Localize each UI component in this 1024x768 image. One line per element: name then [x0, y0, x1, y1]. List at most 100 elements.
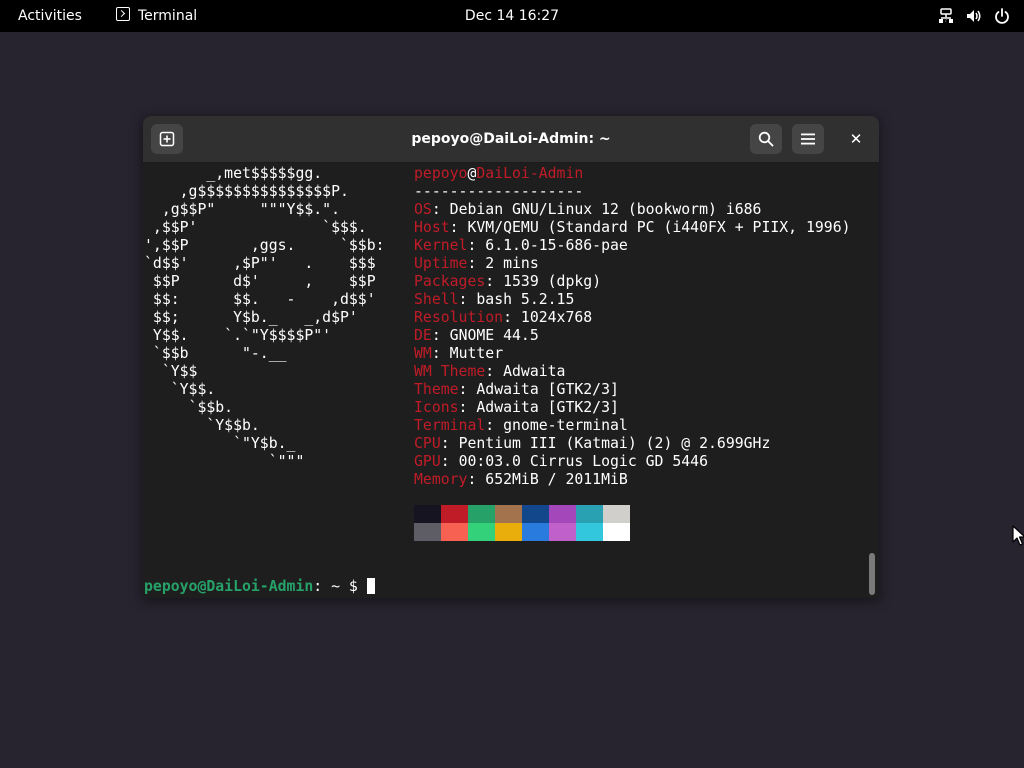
info-row: GPU: 00:03.0 Cirrus Logic GD 5446: [414, 453, 851, 471]
info-colon: :: [467, 237, 486, 254]
palette-swatch: [441, 523, 468, 541]
info-colon: :: [449, 219, 468, 236]
palette-swatch: [495, 505, 522, 523]
logo-line: $$; Y$b._ _,d$P': [144, 309, 358, 326]
info-separator: -------------------: [414, 183, 584, 200]
info-row: Uptime: 2 mins: [414, 255, 851, 273]
palette-swatch: [549, 523, 576, 541]
info-value: 2 mins: [485, 255, 539, 272]
info-label: Uptime: [414, 255, 468, 272]
system-tray[interactable]: ?: [938, 0, 1010, 32]
info-row: Memory: 652MiB / 2011MiB: [414, 471, 851, 489]
info-colon: :: [431, 345, 450, 362]
palette-swatch: [468, 523, 495, 541]
info-row: Host: KVM/QEMU (Standard PC (i440FX + PI…: [414, 219, 851, 237]
info-value: Pentium III (Katmai) (2) @ 2.699GHz: [458, 435, 771, 452]
app-menu-label: Terminal: [138, 8, 198, 24]
text-cursor: [366, 578, 375, 594]
info-colon: :: [458, 399, 477, 416]
new-tab-button[interactable]: [151, 124, 183, 154]
info-value: 6.1.0-15-686-pae: [485, 237, 628, 254]
terminal-window[interactable]: pepoyo@DaiLoi-Admin: ~ ✕ _,met$$$$$gg. ,…: [143, 116, 879, 598]
info-label: WM: [414, 345, 432, 362]
logo-line: `$$b.: [144, 399, 234, 416]
info-value: Adwaita [GTK2/3]: [476, 399, 619, 416]
mouse-pointer-icon: [1012, 525, 1024, 546]
info-label: Kernel: [414, 237, 468, 254]
logo-line: $$P d$' , $$P: [144, 273, 376, 290]
info-label: DE: [414, 327, 432, 344]
info-row: Terminal: gnome-terminal: [414, 417, 851, 435]
logo-line: `""": [144, 453, 305, 470]
palette-swatch: [522, 505, 549, 523]
top-bar: Activities Terminal Dec 14 16:27 ?: [0, 0, 1024, 32]
info-value: gnome-terminal: [503, 417, 628, 434]
info-label: Terminal: [414, 417, 486, 434]
info-colon: :: [485, 273, 504, 290]
info-row: Theme: Adwaita [GTK2/3]: [414, 381, 851, 399]
info-value: Mutter: [449, 345, 504, 362]
info-value: 1539 (dpkg): [503, 273, 602, 290]
info-row: Shell: bash 5.2.15: [414, 291, 851, 309]
info-row: Packages: 1539 (dpkg): [414, 273, 851, 291]
info-colon: :: [440, 453, 459, 470]
svg-text:?: ?: [944, 17, 947, 24]
info-label: Host: [414, 219, 450, 236]
info-value: 1024x768: [520, 309, 593, 326]
info-value: Debian GNU/Linux 12 (bookworm) i686: [449, 201, 762, 218]
info-row: Kernel: 6.1.0-15-686-pae: [414, 237, 851, 255]
main-menu-button[interactable]: [792, 124, 824, 154]
logo-line: `Y$$.: [144, 381, 216, 398]
info-value: KVM/QEMU (Standard PC (i440FX + PIIX, 19…: [467, 219, 851, 236]
scrollbar-thumb[interactable]: [869, 553, 875, 595]
palette-swatch: [576, 505, 603, 523]
app-menu-terminal[interactable]: Terminal: [116, 0, 197, 32]
info-colon: :: [467, 471, 486, 488]
palette-swatch: [495, 523, 522, 541]
info-colon: :: [440, 435, 459, 452]
info-value: Adwaita: [503, 363, 566, 380]
system-info: pepoyo@DaiLoi-Admin ------------------- …: [414, 165, 851, 489]
logo-line: ,g$$P" """Y$$.".: [144, 201, 340, 218]
logo-line: `d$$' ,$P"' . $$$: [144, 255, 376, 272]
info-row: Icons: Adwaita [GTK2/3]: [414, 399, 851, 417]
prompt-user-host: pepoyo@DaiLoi-Admin: [144, 578, 314, 595]
info-value: 652MiB / 2011MiB: [485, 471, 628, 488]
scrollbar[interactable]: [865, 163, 879, 598]
network-icon[interactable]: ?: [938, 8, 954, 24]
prompt-path: [322, 578, 331, 595]
logo-line: $$: $$. - ,d$$': [144, 291, 376, 308]
info-colon: :: [458, 381, 477, 398]
logo-line: Y$$. `.`"Y$$$$P"': [144, 327, 332, 344]
clock-button[interactable]: Dec 14 16:27: [465, 8, 559, 24]
palette-swatch: [414, 523, 441, 541]
info-label: Theme: [414, 381, 459, 398]
close-button[interactable]: ✕: [843, 124, 869, 154]
terminal-content[interactable]: _,met$$$$$gg. ,g$$$$$$$$$$$$$$$P. ,g$$P"…: [143, 163, 865, 598]
info-colon: :: [467, 255, 486, 272]
search-icon: [758, 131, 774, 147]
info-colon: :: [485, 363, 504, 380]
volume-icon[interactable]: [966, 8, 982, 24]
palette-swatch: [468, 505, 495, 523]
shell-prompt[interactable]: pepoyo@DaiLoi-Admin: ~ $: [144, 578, 375, 596]
info-value: GNOME 44.5: [449, 327, 539, 344]
hamburger-menu-icon: [801, 133, 815, 145]
info-label: Memory: [414, 471, 468, 488]
info-host: DaiLoi-Admin: [476, 165, 584, 182]
logo-line: ,$$P' `$$$.: [144, 219, 367, 236]
power-icon[interactable]: [994, 8, 1010, 24]
search-button[interactable]: [750, 124, 782, 154]
user-host-line: pepoyo@DaiLoi-Admin: [414, 165, 851, 183]
terminal-headerbar[interactable]: pepoyo@DaiLoi-Admin: ~ ✕: [143, 116, 879, 163]
info-label: Shell: [414, 291, 459, 308]
info-colon: :: [503, 309, 521, 326]
activities-button[interactable]: Activities: [10, 0, 90, 32]
info-colon: :: [431, 201, 450, 218]
info-colon: :: [458, 291, 477, 308]
info-row: CPU: Pentium III (Katmai) (2) @ 2.699GHz: [414, 435, 851, 453]
palette-swatch: [441, 505, 468, 523]
palette-swatch: [603, 505, 630, 523]
info-row: WM Theme: Adwaita: [414, 363, 851, 381]
info-label: OS: [414, 201, 432, 218]
